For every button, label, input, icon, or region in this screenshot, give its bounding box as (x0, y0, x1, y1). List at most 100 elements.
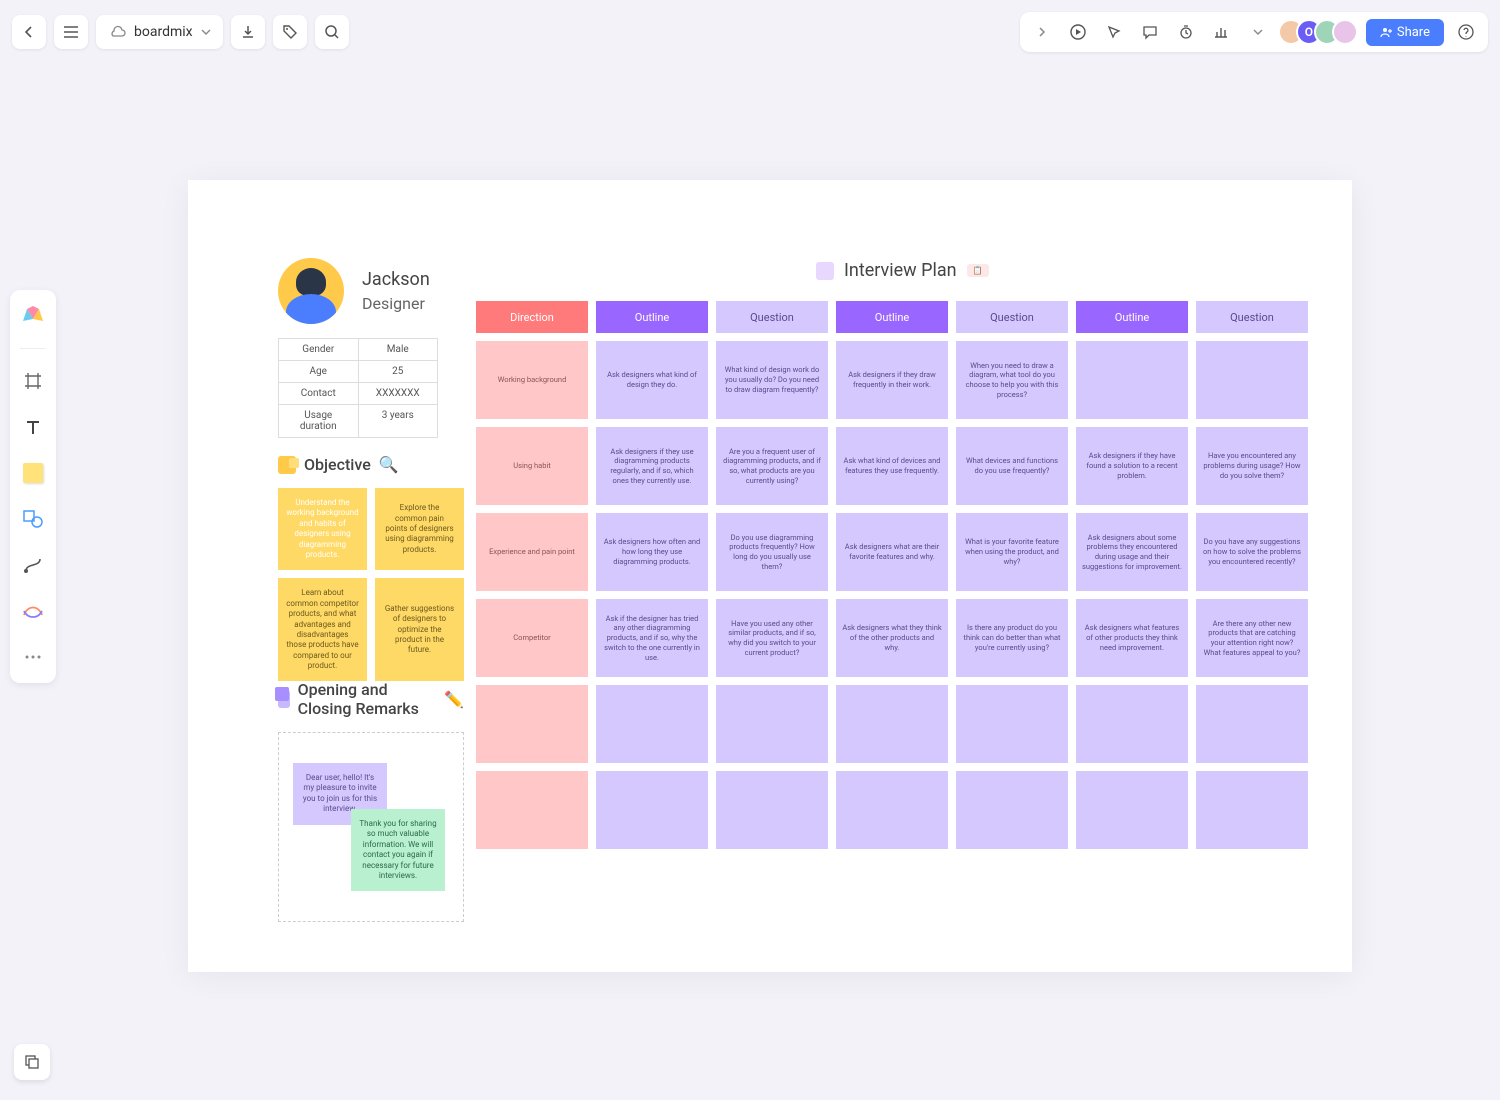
plan-cell[interactable] (956, 685, 1068, 763)
plan-direction[interactable] (476, 685, 588, 763)
layers-button[interactable] (14, 1044, 50, 1080)
text-tool[interactable] (19, 413, 47, 441)
objective-note[interactable]: Explore the common pain points of design… (375, 488, 464, 570)
more-tools[interactable] (19, 643, 47, 671)
plan-cell[interactable]: Ask designers what kind of design they d… (596, 341, 708, 419)
chart-button[interactable] (1208, 18, 1236, 46)
plan-cell[interactable] (836, 771, 948, 849)
plan-cell[interactable]: What kind of design work do you usually … (716, 341, 828, 419)
plan-direction[interactable]: Using habit (476, 427, 588, 505)
plan-cell[interactable]: Are there any other new products that ar… (1196, 599, 1308, 677)
plan-cell[interactable]: What is your favorite feature when using… (956, 513, 1068, 591)
plan-tag: 📋 (967, 264, 989, 277)
play-button[interactable] (1064, 18, 1092, 46)
plan-cell[interactable]: Have you used any other similar products… (716, 599, 828, 677)
plan-cell[interactable]: Are you a frequent user of diagramming p… (716, 427, 828, 505)
tool-sidebar (10, 290, 56, 683)
board-title-box[interactable]: boardmix (96, 15, 223, 49)
plan-cell[interactable] (1076, 341, 1188, 419)
plan-cell[interactable]: Ask designers if they draw frequently in… (836, 341, 948, 419)
plan-cell[interactable] (596, 771, 708, 849)
plan-cell[interactable] (1196, 341, 1308, 419)
download-button[interactable] (231, 15, 265, 49)
plan-title: Interview Plan (844, 260, 957, 281)
plan-cell[interactable]: Do you have any suggestions on how to so… (1196, 513, 1308, 591)
profile-row: Usage duration3 years (279, 405, 437, 437)
sticky-icon (278, 456, 296, 474)
back-button[interactable] (12, 15, 46, 49)
share-button[interactable]: Share (1366, 19, 1444, 46)
plan-cell[interactable]: Ask designers what features of other pro… (1076, 599, 1188, 677)
plan-direction[interactable] (476, 771, 588, 849)
canvas[interactable]: Jackson Designer GenderMaleAge25ContactX… (188, 180, 1352, 972)
collaborator-avatars[interactable]: O (1286, 19, 1358, 45)
plan-cell[interactable]: Do you use diagramming products frequent… (716, 513, 828, 591)
timer-button[interactable] (1172, 18, 1200, 46)
plan-cell[interactable] (956, 771, 1068, 849)
objective-title: Objective (304, 455, 371, 474)
objective-section: Objective 🔍 Understand the working backg… (278, 455, 464, 681)
sticky-note-tool[interactable] (19, 459, 47, 487)
plan-cell[interactable]: Have you encountered any problems during… (1196, 427, 1308, 505)
closing-note[interactable]: Thank you for sharing so much valuable i… (351, 809, 445, 891)
plan-cell[interactable] (1076, 685, 1188, 763)
plan-cell[interactable]: Ask if the designer has tried any other … (596, 599, 708, 677)
plan-cell[interactable] (716, 685, 828, 763)
person-plus-icon (1380, 26, 1392, 38)
plan-cell[interactable] (836, 685, 948, 763)
plan-cell[interactable]: Ask designers how often and how long the… (596, 513, 708, 591)
cursor-button[interactable] (1100, 18, 1128, 46)
logo-icon[interactable] (19, 302, 47, 330)
plan-direction[interactable]: Competitor (476, 599, 588, 677)
pen-tool[interactable] (19, 597, 47, 625)
more-button[interactable] (1244, 18, 1272, 46)
connector-tool[interactable] (19, 551, 47, 579)
plan-cell[interactable] (1076, 771, 1188, 849)
profile-table: GenderMaleAge25ContactXXXXXXXUsage durat… (278, 338, 438, 438)
shape-tool[interactable] (19, 505, 47, 533)
plan-cell[interactable]: Is there any product do you think can do… (956, 599, 1068, 677)
plan-cell[interactable]: Ask designers if they have found a solut… (1076, 427, 1188, 505)
profile-name: Jackson (362, 269, 430, 290)
menu-button[interactable] (54, 15, 88, 49)
plan-cell[interactable]: Ask designers about some problems they e… (1076, 513, 1188, 591)
objective-note[interactable]: Understand the working background and ha… (278, 488, 367, 570)
expand-button[interactable] (1028, 18, 1056, 46)
plan-cell[interactable]: Ask designers what are their favorite fe… (836, 513, 948, 591)
cloud-icon (108, 25, 126, 39)
plan-cell[interactable] (1196, 771, 1308, 849)
plan-header: Question (716, 301, 828, 333)
plan-cell[interactable]: Ask what kind of devices and features th… (836, 427, 948, 505)
plan-cell[interactable] (716, 771, 828, 849)
search-button[interactable] (315, 15, 349, 49)
avatar[interactable] (1332, 19, 1358, 45)
profile-val: Male (359, 339, 438, 360)
plan-cell[interactable]: When you need to draw a diagram, what to… (956, 341, 1068, 419)
remarks-title: Opening and Closing Remarks (298, 680, 437, 718)
magnifier-icon: 🔍 (379, 455, 399, 474)
tag-button[interactable] (273, 15, 307, 49)
profile-key: Contact (279, 383, 359, 404)
plan-cell[interactable]: What devices and functions do you use fr… (956, 427, 1068, 505)
profile-key: Gender (279, 339, 359, 360)
comment-button[interactable] (1136, 18, 1164, 46)
help-button[interactable] (1452, 18, 1480, 46)
plan-cell[interactable] (1196, 685, 1308, 763)
plan-cell[interactable]: Ask designers if they use diagramming pr… (596, 427, 708, 505)
plan-header: Question (956, 301, 1068, 333)
profile-val: 25 (359, 361, 438, 382)
share-label: Share (1397, 25, 1430, 40)
profile-key: Usage duration (279, 405, 359, 437)
objective-note[interactable]: Learn about common competitor products, … (278, 578, 367, 681)
plan-cell[interactable]: Ask designers what they think of the oth… (836, 599, 948, 677)
profile-row: GenderMale (279, 339, 437, 361)
frame-tool[interactable] (19, 367, 47, 395)
profile-row: ContactXXXXXXX (279, 383, 437, 405)
objective-note[interactable]: Gather suggestions of designers to optim… (375, 578, 464, 681)
profile-key: Age (279, 361, 359, 382)
plan-direction[interactable]: Experience and pain point (476, 513, 588, 591)
plan-header: Outline (836, 301, 948, 333)
plan-cell[interactable] (596, 685, 708, 763)
plan-direction[interactable]: Working background (476, 341, 588, 419)
topbar: boardmix O Share (12, 12, 1488, 52)
